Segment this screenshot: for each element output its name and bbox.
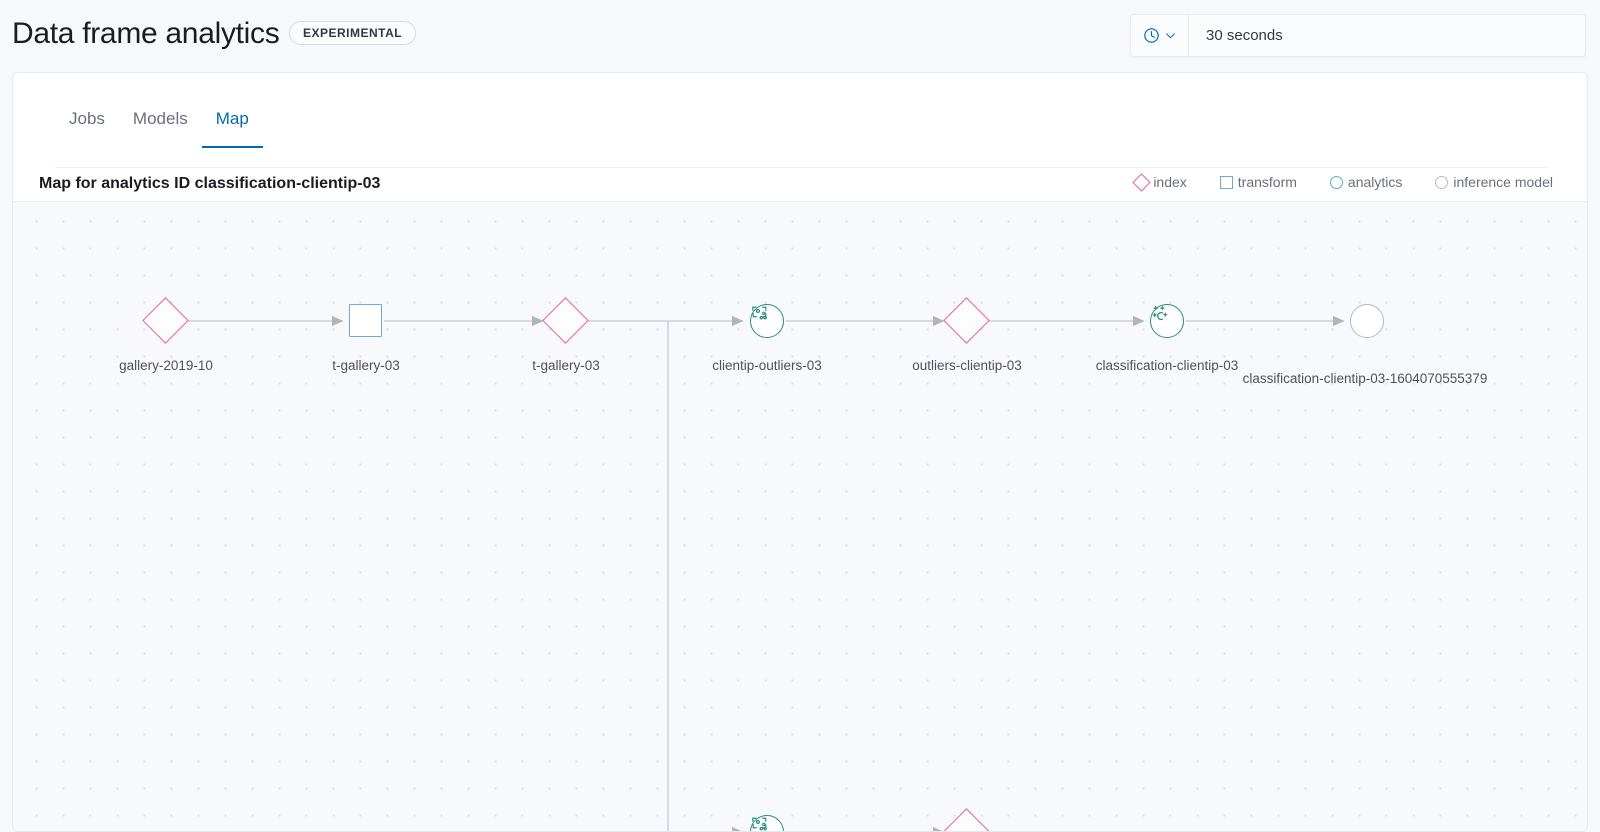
- tab-bar-divider: [55, 167, 1549, 168]
- tab-jobs[interactable]: Jobs: [55, 107, 119, 148]
- time-picker-quick-menu-button[interactable]: [1131, 15, 1189, 56]
- experimental-badge: EXPERIMENTAL: [289, 21, 417, 45]
- tab-models[interactable]: Models: [119, 107, 202, 148]
- legend-item-index: index: [1132, 172, 1187, 192]
- inference-model-circle-icon: [1350, 304, 1384, 338]
- node-label: classification-clientip-03-1604070555379: [1242, 371, 1488, 386]
- legend-item-transform: transform: [1219, 174, 1297, 190]
- page-title: Data frame analytics: [12, 17, 280, 50]
- analytics-circle-icon: [1329, 175, 1343, 189]
- graph-node-clientip-outliers-04[interactable]: [750, 815, 784, 831]
- chevron-down-icon: [1164, 29, 1177, 42]
- index-diamond-icon: [142, 297, 189, 344]
- index-diamond-icon: [1132, 172, 1152, 192]
- node-label: gallery-2019-10: [119, 358, 213, 373]
- analytics-circle-icon: [750, 304, 784, 338]
- legend-item-inference-model: inference model: [1435, 174, 1553, 190]
- graph-node-gallery-2019-10[interactable]: [142, 297, 189, 344]
- tab-bar: Jobs Models Map: [55, 107, 263, 148]
- graph-node-outliers-clientip-04[interactable]: [943, 808, 990, 831]
- graph-edges: [185, 315, 1345, 831]
- graph-node-classification-clientip-03[interactable]: [1150, 304, 1184, 338]
- transform-square-icon: [349, 304, 382, 337]
- inference-model-circle-icon: [1435, 175, 1449, 189]
- legend-item-analytics: analytics: [1329, 174, 1403, 190]
- clock-icon: [1143, 27, 1160, 44]
- index-diamond-icon: [542, 297, 589, 344]
- map-legend: index transform analytics inference mode…: [1132, 172, 1553, 192]
- time-range-value[interactable]: 30 seconds: [1189, 15, 1585, 56]
- transform-square-icon: [1219, 175, 1233, 189]
- map-title: Map for analytics ID classification-clie…: [39, 175, 381, 192]
- graph-node-clientip-outliers-03[interactable]: [750, 304, 784, 338]
- node-label: outliers-clientip-03: [912, 358, 1022, 373]
- node-label: t-gallery-03: [332, 358, 400, 373]
- graph-node-t-gallery-03-transform[interactable]: [349, 304, 382, 337]
- graph-canvas[interactable]: gallery-2019-10 t-gallery-03 t-gallery-0…: [13, 201, 1587, 831]
- graph-node-inference-model[interactable]: [1350, 304, 1384, 338]
- content-panel: Jobs Models Map Map for analytics ID cla…: [12, 72, 1588, 832]
- graph-node-t-gallery-03-index[interactable]: [542, 297, 589, 344]
- legend-label: index: [1153, 174, 1187, 190]
- node-label: classification-clientip-03: [1095, 358, 1239, 373]
- legend-label: inference model: [1453, 174, 1553, 190]
- legend-label: transform: [1237, 174, 1297, 190]
- graph-node-outliers-clientip-03[interactable]: [943, 297, 990, 344]
- time-picker[interactable]: 30 seconds: [1130, 14, 1586, 57]
- index-diamond-icon: [943, 297, 990, 344]
- legend-label: analytics: [1347, 174, 1403, 190]
- analytics-circle-icon: [1150, 304, 1184, 338]
- tab-map[interactable]: Map: [201, 107, 263, 148]
- page-header: Data frame analytics EXPERIMENTAL 30 sec…: [0, 0, 1600, 72]
- analytics-circle-icon: [750, 815, 784, 831]
- node-label: t-gallery-03: [532, 358, 600, 373]
- node-label: clientip-outliers-03: [712, 358, 822, 373]
